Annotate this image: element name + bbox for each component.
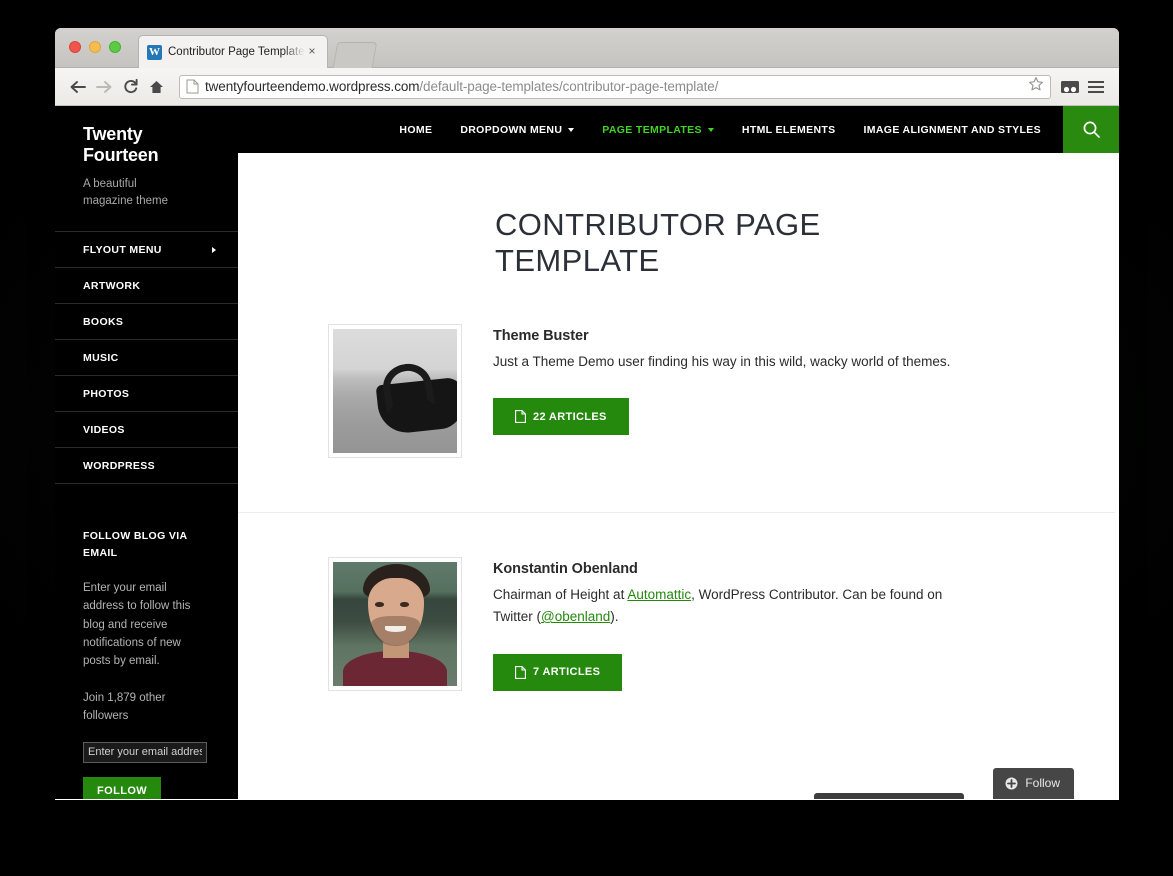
browser-tab-strip: W Contributor Page Template × bbox=[55, 28, 1119, 68]
url-path: /default-page-templates/contributor-page… bbox=[419, 79, 719, 94]
articles-count-label: 22 ARTICLES bbox=[533, 410, 607, 423]
contributor-bio: Chairman of Height at Automattic, WordPr… bbox=[493, 584, 963, 629]
sidebar-item-wordpress[interactable]: WORDPRESS bbox=[55, 447, 238, 485]
follow-blog-widget: FOLLOW BLOG VIA EMAIL Enter your email a… bbox=[55, 484, 238, 799]
site-sidebar: Twenty Fourteen A beautiful magazine the… bbox=[55, 106, 238, 799]
nav-item-image-alignment-and-styles[interactable]: IMAGE ALIGNMENT AND STYLES bbox=[864, 124, 1042, 136]
browser-toolbar: twentyfourteendemo.wordpress.com/default… bbox=[55, 68, 1119, 106]
desktop-backdrop: W Contributor Page Template × twentyfour… bbox=[0, 0, 1173, 876]
page-title: CONTRIBUTOR PAGE TEMPLATE bbox=[495, 207, 821, 279]
nav-item-dropdown-menu[interactable]: DROPDOWN MENU bbox=[460, 123, 575, 136]
site-description: A beautiful magazine theme bbox=[83, 178, 169, 207]
wordpress-favicon: W bbox=[147, 44, 162, 60]
forward-arrow-icon[interactable] bbox=[91, 74, 117, 100]
browser-window: W Contributor Page Template × twentyfour… bbox=[55, 28, 1119, 800]
bio-text-part: Chairman of Height at bbox=[493, 586, 628, 602]
sidebar-item-books[interactable]: BOOKS bbox=[55, 303, 238, 339]
sidebar-item-flyout-menu[interactable]: FLYOUT MENU bbox=[55, 231, 238, 267]
nav-item-label: HTML ELEMENTS bbox=[741, 123, 836, 136]
home-icon[interactable] bbox=[143, 74, 169, 100]
email-field[interactable] bbox=[83, 741, 207, 763]
sidebar-item-music[interactable]: MUSIC bbox=[55, 339, 238, 375]
maximize-window-button[interactable] bbox=[109, 41, 121, 53]
nav-item-html-elements[interactable]: HTML ELEMENTS bbox=[742, 124, 836, 136]
nav-item-label: PAGE TEMPLATES bbox=[602, 123, 702, 136]
chevron-down-icon bbox=[568, 127, 575, 132]
avatar bbox=[328, 556, 462, 691]
search-icon[interactable] bbox=[1063, 106, 1119, 153]
articles-button[interactable]: 7 ARTICLES bbox=[493, 653, 623, 691]
avatar bbox=[328, 323, 462, 458]
sidebar-item-artwork[interactable]: ARTWORK bbox=[55, 267, 238, 303]
automattic-link[interactable]: Automattic bbox=[627, 587, 691, 602]
sidebar-item-photos[interactable]: PHOTOS bbox=[55, 375, 238, 411]
window-controls bbox=[69, 41, 121, 53]
contributor-name: Konstantin Obenland bbox=[493, 560, 638, 577]
nav-item-page-templates[interactable]: PAGE TEMPLATES bbox=[602, 124, 714, 136]
follow-bar-label: Follow bbox=[1025, 776, 1060, 790]
sidebar-item-label: PHOTOS bbox=[83, 388, 130, 401]
site-topbar: HOME DROPDOWN MENU PAGE TEMPLATES HTML E… bbox=[238, 106, 1119, 153]
sidebar-item-videos[interactable]: VIDEOS bbox=[55, 411, 238, 447]
close-window-button[interactable] bbox=[69, 41, 81, 53]
chevron-right-icon bbox=[212, 246, 216, 253]
contributor-body: Konstantin Obenland Chairman of Height a… bbox=[493, 557, 963, 691]
sidebar-item-label: WORDPRESS bbox=[83, 460, 155, 473]
tab-title: Contributor Page Template bbox=[168, 46, 305, 58]
widget-description: Enter your email address to follow this … bbox=[83, 581, 191, 668]
nav-item-label: DROPDOWN MENU bbox=[460, 123, 563, 136]
browser-tab[interactable]: W Contributor Page Template × bbox=[138, 35, 328, 68]
contributor-entry: Theme Buster Just a Theme Demo user find… bbox=[238, 280, 1119, 458]
minimize-window-button[interactable] bbox=[89, 41, 101, 53]
site-title[interactable]: Twenty Fourteen bbox=[55, 124, 238, 166]
articles-count-label: 7 ARTICLES bbox=[533, 666, 601, 679]
sunglasses-on-sand-photo bbox=[333, 328, 457, 453]
contributor-bio: Just a Theme Demo user finding his way i… bbox=[493, 353, 951, 369]
page-right-gutter bbox=[1115, 153, 1119, 799]
close-icon[interactable]: × bbox=[305, 45, 319, 59]
back-arrow-icon[interactable] bbox=[65, 74, 91, 100]
sidebar-item-label: BOOKS bbox=[83, 316, 124, 329]
portrait-photo bbox=[333, 561, 457, 686]
sidebar-item-label: ARTWORK bbox=[83, 280, 141, 293]
hamburger-menu-icon[interactable] bbox=[1083, 74, 1109, 100]
followbar-shadow bbox=[814, 793, 964, 799]
sidebar-item-label: VIDEOS bbox=[83, 424, 125, 437]
contributor-body: Theme Buster Just a Theme Demo user find… bbox=[493, 324, 963, 436]
main-navigation: HOME DROPDOWN MENU PAGE TEMPLATES HTML E… bbox=[238, 124, 1063, 136]
document-icon bbox=[515, 665, 526, 679]
widget-title: FOLLOW BLOG VIA EMAIL bbox=[83, 530, 188, 559]
nav-item-home[interactable]: HOME bbox=[399, 124, 432, 136]
page-viewport: Twenty Fourteen A beautiful magazine the… bbox=[55, 106, 1119, 799]
address-bar[interactable]: twentyfourteendemo.wordpress.com/default… bbox=[179, 74, 1051, 99]
url-text: twentyfourteendemo.wordpress.com/default… bbox=[205, 79, 1028, 94]
articles-button[interactable]: 22 ARTICLES bbox=[493, 398, 629, 436]
sidebar-item-label: FLYOUT MENU bbox=[83, 244, 162, 257]
nav-item-label: HOME bbox=[399, 123, 433, 136]
plus-circle-icon bbox=[1005, 777, 1018, 789]
url-domain: twentyfourteendemo.wordpress.com bbox=[205, 79, 420, 94]
chevron-down-icon bbox=[707, 127, 714, 132]
bio-text-part: ). bbox=[610, 609, 619, 625]
apps-icon[interactable] bbox=[1057, 74, 1083, 100]
bookmark-star-icon[interactable] bbox=[1028, 76, 1044, 97]
follower-count: Join 1,879 other followers bbox=[83, 691, 166, 723]
primary-sidebar-nav: FLYOUT MENU ARTWORK BOOKS MUSIC PHOTOS V… bbox=[55, 231, 238, 485]
reload-icon[interactable] bbox=[117, 74, 143, 100]
contributor-entry: Konstantin Obenland Chairman of Height a… bbox=[238, 511, 1119, 691]
follow-button[interactable]: FOLLOW bbox=[83, 776, 162, 799]
wordpress-follow-bar[interactable]: Follow bbox=[993, 768, 1074, 799]
sidebar-item-label: MUSIC bbox=[83, 352, 119, 365]
document-icon bbox=[515, 410, 526, 424]
page-icon bbox=[186, 79, 199, 94]
nav-item-label: IMAGE ALIGNMENT AND STYLES bbox=[863, 123, 1041, 136]
main-content: CONTRIBUTOR PAGE TEMPLATE Theme Buster J… bbox=[238, 153, 1119, 799]
twitter-handle-link[interactable]: @obenland bbox=[541, 609, 610, 624]
new-tab-button[interactable] bbox=[332, 42, 378, 68]
contributor-name: Theme Buster bbox=[493, 327, 589, 344]
